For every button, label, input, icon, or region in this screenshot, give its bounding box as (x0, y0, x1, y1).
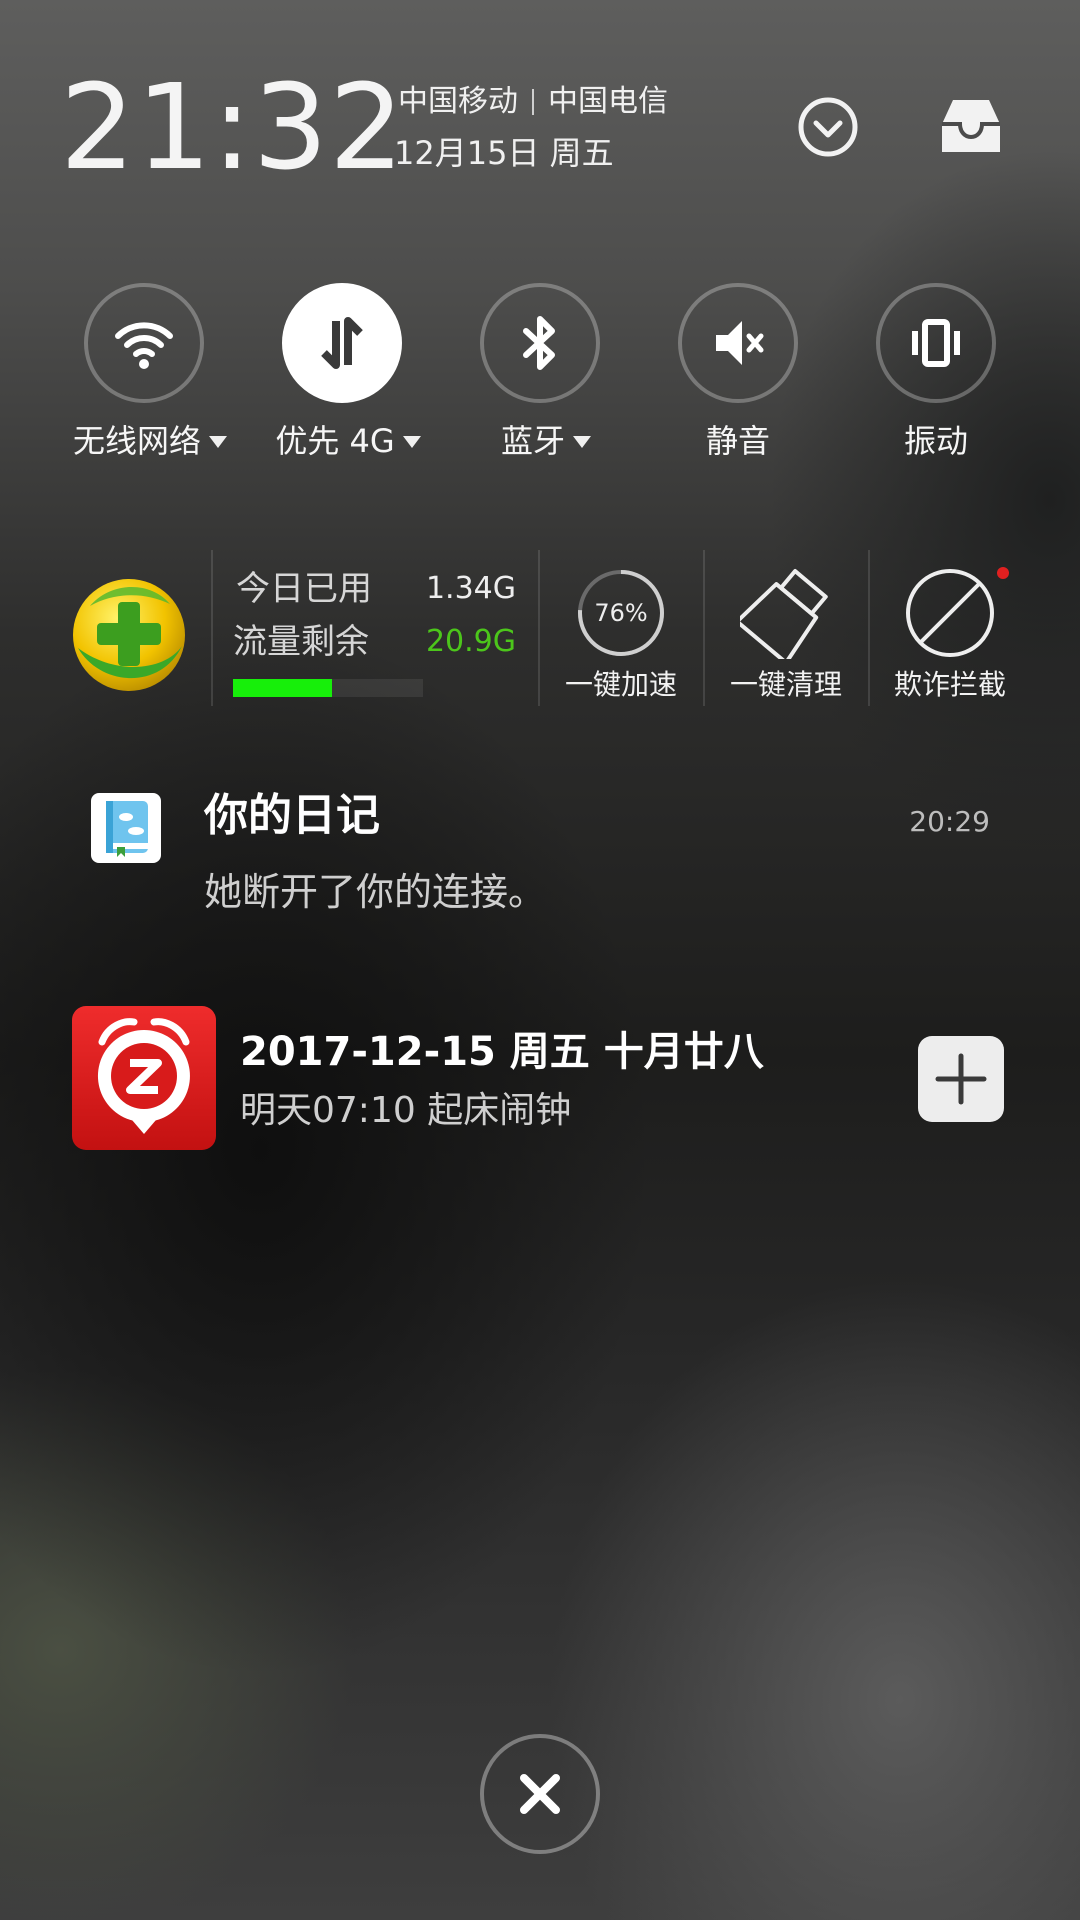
alarm-text: 明天07:10 起床闹钟 (240, 1090, 572, 1131)
notebook-icon (106, 801, 148, 857)
widget-divider (538, 550, 540, 706)
boost-button[interactable]: 76% (575, 567, 667, 659)
dropdown-arrow-icon (209, 436, 227, 448)
data-usage-bar-fill (233, 679, 332, 697)
date-label: 12月15日 周五 (394, 134, 614, 172)
notification-text: 她断开了你的连接。 (204, 870, 547, 914)
dropdown-arrow-icon (402, 436, 421, 448)
mute-toggle[interactable] (678, 283, 798, 403)
bluetooth-toggle-label[interactable]: 蓝牙 (454, 421, 638, 461)
add-button[interactable] (918, 1036, 1004, 1122)
fraud-block-button[interactable] (904, 567, 996, 659)
fraud-block-label[interactable]: 欺诈拦截 (885, 667, 1015, 703)
broom-icon (735, 569, 828, 665)
widget-divider (211, 550, 213, 706)
boost-percent-text: 76% (594, 599, 647, 627)
used-today-value: 1.34G (425, 571, 516, 606)
chevron-down-circle-icon (798, 97, 858, 157)
bluetooth-toggle[interactable] (480, 283, 600, 403)
inbox-icon (942, 100, 1000, 152)
close-icon (520, 1774, 560, 1814)
vibrate-toggle[interactable] (876, 283, 996, 403)
block-icon (906, 569, 994, 657)
security-app-logo[interactable] (70, 576, 188, 694)
carrier-separator (532, 89, 534, 115)
carrier-2: 中国电信 (548, 84, 668, 119)
wifi-toggle[interactable] (84, 283, 204, 403)
wifi-toggle-label[interactable]: 无线网络 (58, 421, 242, 461)
expand-button[interactable] (793, 92, 863, 162)
diary-app-icon (91, 793, 161, 863)
bluetooth-icon (523, 316, 555, 370)
clean-label[interactable]: 一键清理 (721, 667, 851, 703)
calendar-date-title: 2017-12-15 周五 十月廿八 (240, 1029, 764, 1075)
widget-divider (868, 550, 870, 706)
remaining-value: 20.9G (425, 624, 516, 659)
data-usage-bar (233, 679, 423, 697)
vibrate-icon (912, 319, 960, 367)
vibrate-toggle-label: 振动 (903, 422, 968, 460)
carrier-1: 中国移动 (398, 84, 518, 119)
used-today-label: 今日已用 (236, 569, 372, 609)
plus-icon (935, 1053, 987, 1105)
notification-dot (997, 567, 1009, 579)
alarm-clock-app-icon (72, 1006, 216, 1150)
mute-toggle-label: 静音 (705, 422, 770, 460)
boost-label[interactable]: 一键加速 (556, 667, 686, 703)
dropdown-arrow-icon (573, 436, 591, 448)
notification-time: 20:29 (909, 805, 990, 838)
security-plus-icon (73, 579, 185, 691)
clean-button[interactable] (735, 567, 832, 665)
mute-icon (716, 321, 764, 365)
mobile-data-toggle-label[interactable]: 优先 4G (256, 421, 440, 461)
widget-divider (703, 550, 705, 706)
carrier-info: 中国移动 中国电信 (398, 82, 668, 122)
mobile-data-icon (321, 317, 363, 369)
boost-gauge-icon: 76% (578, 570, 664, 656)
remaining-label: 流量剩余 (233, 622, 369, 662)
clear-all-button[interactable] (480, 1734, 600, 1854)
clock-time: 21:32 (60, 58, 406, 196)
alarm-clock-icon (97, 1018, 190, 1134)
notification-title: 你的日记 (204, 790, 380, 841)
notification-inbox-button[interactable] (936, 92, 1006, 162)
mobile-data-toggle[interactable] (282, 283, 402, 403)
wifi-icon (115, 322, 173, 369)
